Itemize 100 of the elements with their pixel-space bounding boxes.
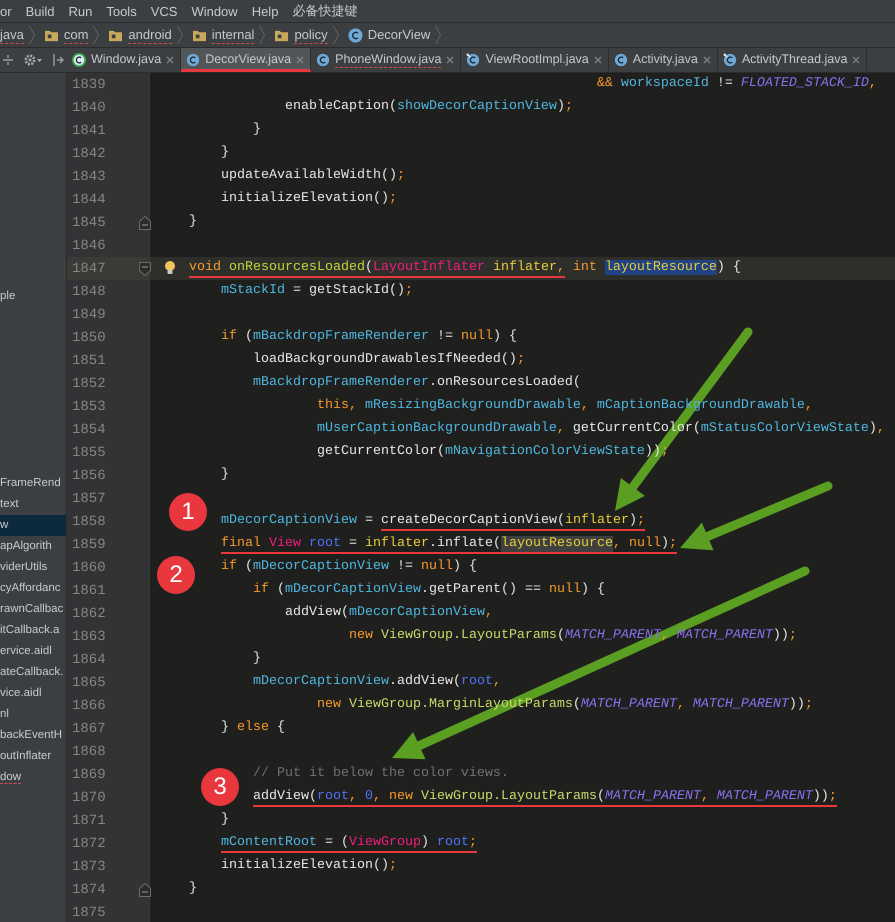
code-line: } — [252, 121, 261, 139]
tree-item[interactable]: ervice.aidl — [0, 641, 66, 662]
line-number: 1854 — [72, 422, 106, 438]
line-number: 1841 — [72, 122, 106, 138]
code-line: } — [221, 466, 229, 484]
line-number: 1849 — [72, 306, 106, 322]
chevron-icon — [93, 25, 100, 45]
code-line: getCurrentColor(mNavigationColorViewState)); — [316, 443, 669, 461]
code-line: if (mDecorCaptionView.getParent() == null) { — [252, 581, 605, 599]
chevron-icon — [332, 25, 339, 45]
close-icon[interactable] — [446, 56, 454, 64]
close-icon[interactable] — [594, 56, 602, 64]
line-number: 1840 — [72, 100, 106, 116]
code-line: // Put it below the color views. — [252, 765, 509, 783]
editor-tab[interactable]: ActivityThread.java — [718, 48, 868, 72]
line-number: 1843 — [72, 168, 106, 184]
menu-item[interactable]: VCS — [150, 4, 178, 18]
line-number: 1839 — [72, 76, 106, 92]
class-icon — [186, 53, 200, 67]
menu-item[interactable]: 必备快捷键 — [292, 2, 358, 20]
line-number: 1863 — [72, 628, 106, 644]
line-number: 1859 — [72, 536, 106, 552]
menu-item[interactable]: Help — [252, 4, 278, 18]
breadcrumb[interactable]: policy — [294, 26, 328, 44]
tree-item[interactable]: w — [0, 515, 66, 536]
step-marker: 2 — [157, 556, 195, 594]
step-marker: 3 — [201, 768, 239, 806]
tree-item[interactable]: nl — [0, 704, 66, 725]
chevron-icon — [28, 25, 35, 45]
tree-item[interactable]: viderUtils — [0, 557, 66, 578]
tree-item[interactable]: apAlgorith — [0, 536, 66, 557]
split-icon[interactable] — [2, 54, 14, 66]
code-line: void onResourcesLoaded(LayoutInflater inflater, int layoutResource) { — [189, 257, 741, 280]
breadcrumb[interactable]: com — [64, 26, 88, 44]
line-number: 1872 — [72, 836, 106, 852]
tree-item[interactable]: ple — [0, 286, 66, 307]
line-number: 1862 — [72, 606, 106, 622]
breadcrumb[interactable]: internal — [212, 26, 254, 44]
menu-item[interactable]: Build — [26, 4, 54, 18]
breadcrumb[interactable]: DecorView — [368, 26, 430, 44]
editor-tab[interactable]: DecorView.java — [181, 48, 312, 72]
code-line: } — [221, 144, 229, 162]
tree-item[interactable]: dow — [0, 767, 66, 788]
tree-item[interactable]: itCallback.a — [0, 620, 66, 641]
line-number: 1845 — [72, 214, 106, 230]
code-line: final View root = inflater.inflate(layoutResource, null); — [221, 533, 677, 556]
line-number: 1848 — [72, 284, 106, 300]
line-number: 1875 — [72, 904, 106, 920]
line-number: 1851 — [72, 352, 106, 368]
editor-tab[interactable]: PhoneWindow.java — [311, 48, 462, 72]
close-icon[interactable] — [166, 56, 174, 64]
tree-item[interactable]: outInflater — [0, 746, 66, 767]
code-line: } — [189, 213, 197, 231]
menu-item[interactable]: Window — [191, 4, 238, 18]
gear-icon[interactable] — [23, 53, 43, 67]
fold-icon[interactable] — [138, 262, 151, 276]
close-icon[interactable] — [702, 56, 711, 64]
breadcrumb[interactable]: android — [128, 26, 172, 44]
line-number: 1855 — [72, 444, 106, 460]
tree-item[interactable]: rawnCallbac — [0, 599, 66, 620]
code-line: if (mDecorCaptionView != null) { — [221, 558, 477, 576]
line-number: 1857 — [72, 490, 106, 506]
editor-tab[interactable]: Activity.java — [608, 48, 718, 72]
lightbulb-icon[interactable] — [164, 260, 176, 276]
tree-item[interactable]: backEventH — [0, 725, 66, 746]
menu-item[interactable]: Run — [68, 4, 92, 18]
chevron-icon — [259, 25, 266, 45]
code-line: initializeElevation(); — [221, 190, 397, 208]
breadcrumb[interactable]: java — [0, 26, 24, 44]
line-number: 1861 — [72, 582, 106, 598]
tree-item[interactable]: cyAffordanc — [0, 578, 66, 599]
menu-item[interactable]: Tools — [106, 4, 137, 18]
editor-tab[interactable]: ViewRootImpl.java — [461, 48, 609, 72]
tree-item[interactable]: ateCallback. — [0, 662, 66, 683]
code-line: enableCaption(showDecorCaptionView); — [284, 98, 573, 116]
line-number: 1867 — [72, 720, 106, 736]
line-number: 1874 — [72, 882, 106, 898]
line-number: 1865 — [72, 674, 106, 690]
folder-icon — [192, 28, 207, 42]
line-number: 1842 — [72, 146, 106, 162]
tree-item[interactable]: vice.aidl — [0, 683, 66, 704]
code-line: mContentRoot = (ViewGroup) root; — [221, 832, 477, 855]
close-icon[interactable] — [852, 56, 860, 64]
line-number: 1868 — [72, 744, 106, 760]
chevron-icon — [176, 25, 183, 45]
code-line: mBackdropFrameRenderer.onResourcesLoaded( — [252, 374, 581, 392]
fold-icon[interactable] — [138, 216, 151, 230]
code-line: initializeElevation(); — [221, 857, 397, 875]
code-line: if (mBackdropFrameRenderer != null) { — [221, 328, 517, 346]
code-line: } — [221, 811, 229, 829]
tree-item[interactable]: text — [0, 494, 66, 515]
fold-icon[interactable] — [138, 882, 151, 896]
class-icon — [348, 28, 363, 42]
chevron-icon — [435, 25, 442, 45]
code-line: } — [252, 650, 261, 668]
line-number: 1873 — [72, 858, 106, 874]
menu-item[interactable]: or — [0, 4, 12, 18]
class-icon — [466, 53, 480, 67]
pin-icon[interactable] — [52, 53, 64, 67]
tree-item[interactable]: FrameRend — [0, 473, 66, 494]
